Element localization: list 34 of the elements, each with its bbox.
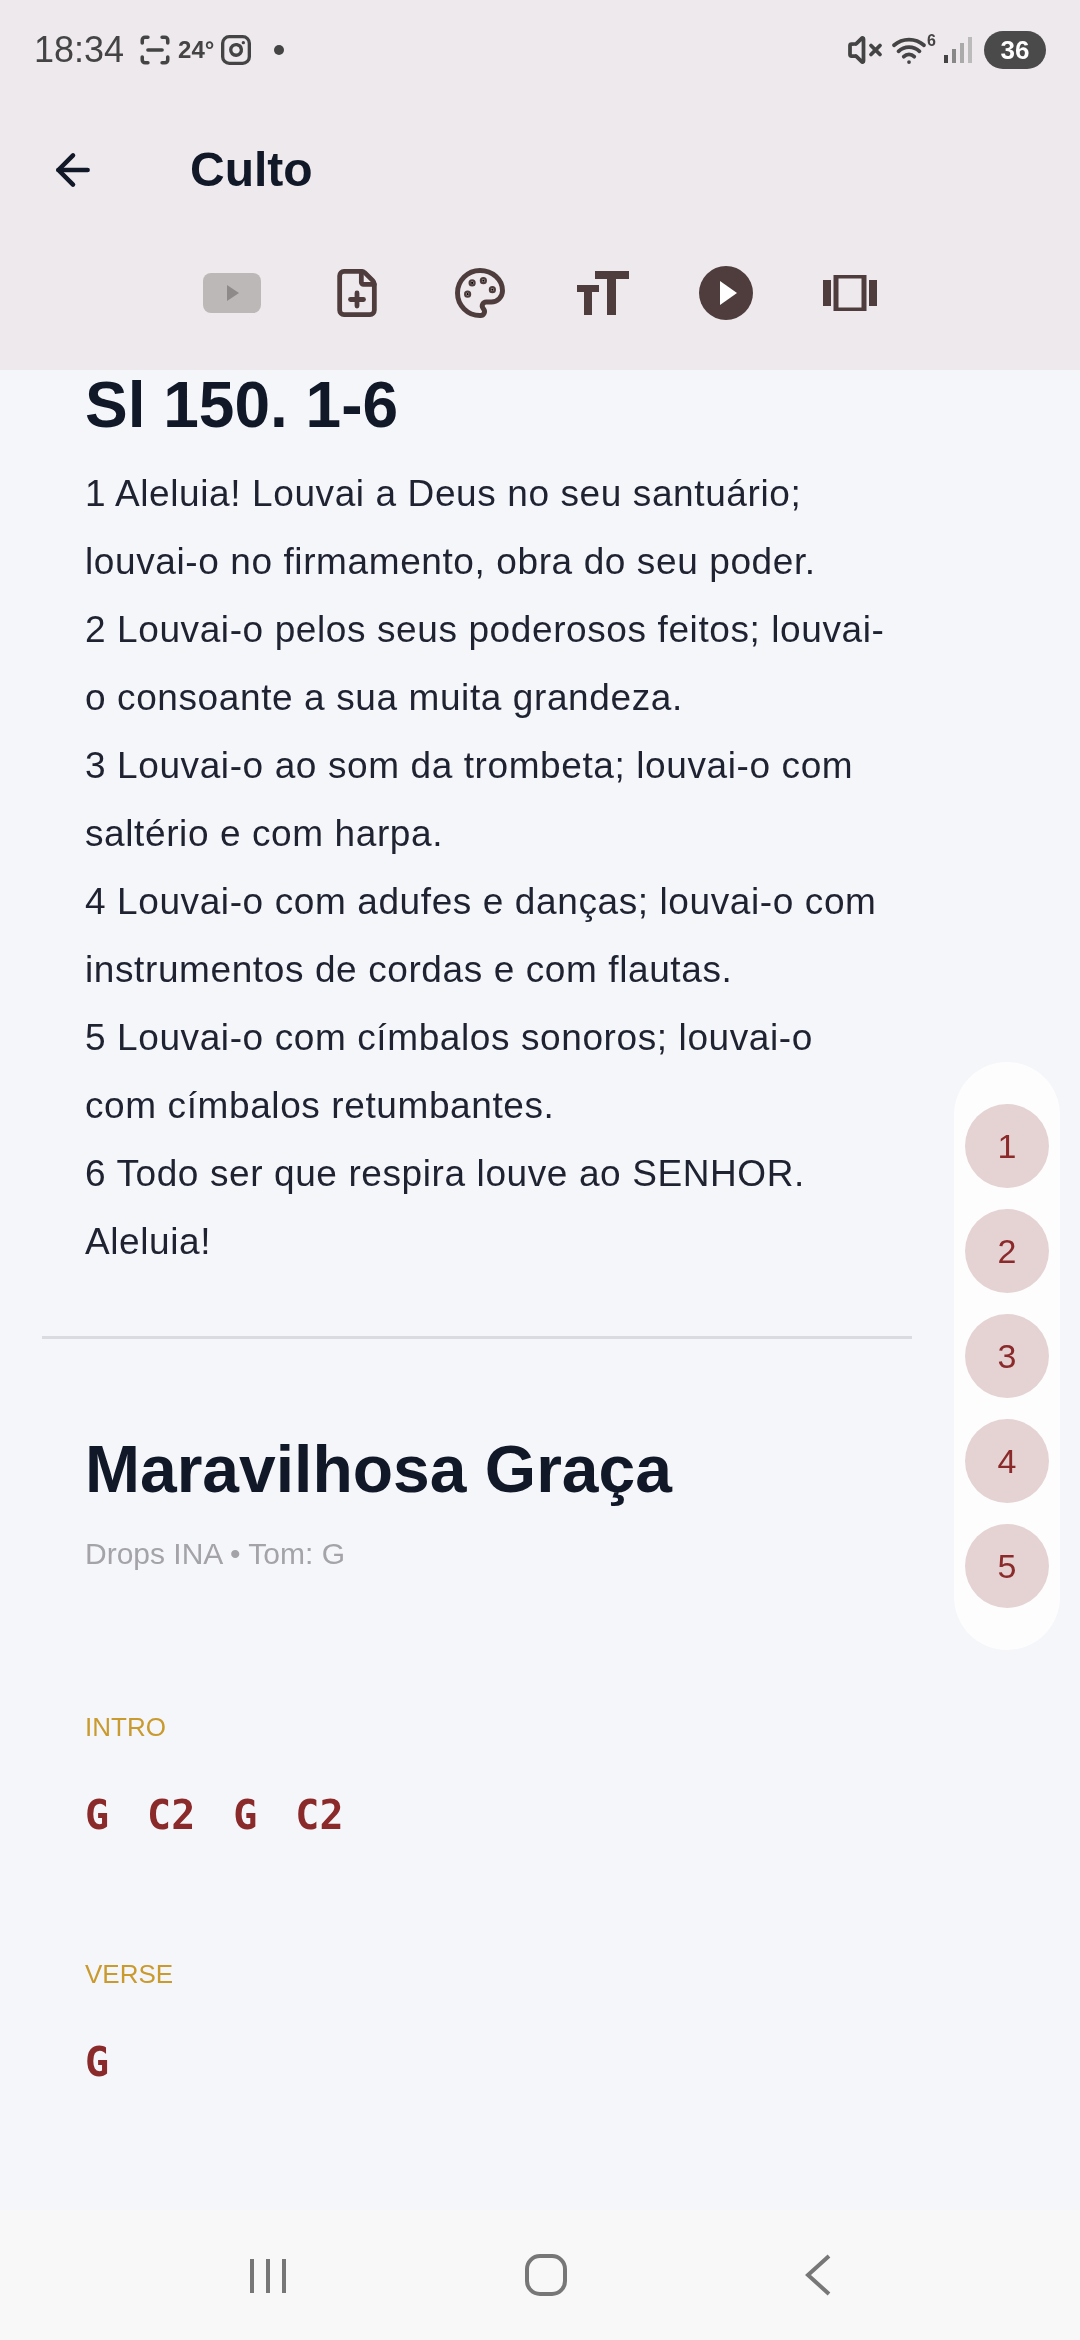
verse-jump-button[interactable]: 2 xyxy=(965,1209,1049,1293)
reading-heading: Sl 150. 1-6 xyxy=(85,370,400,440)
section-label: VERSE xyxy=(85,1958,175,1991)
play-icon[interactable] xyxy=(699,266,753,320)
chord: C2 xyxy=(295,1791,344,1840)
page-title: Culto xyxy=(190,142,313,198)
wifi-label: 6 xyxy=(927,31,936,51)
temperature: 24° xyxy=(178,35,215,65)
clock: 18:34 xyxy=(34,28,125,72)
carousel-icon[interactable] xyxy=(823,275,877,311)
verse-text: 6 Todo ser que respira louve ao SENHOR. Aleluia! xyxy=(85,1152,806,1264)
song-title: Maravilhosa Graça xyxy=(85,1431,674,1508)
text-size-icon[interactable] xyxy=(577,271,629,315)
verse-text: 4 Louvai-o com adufes e danças; louvai-o com instrumentos de cordas e com flautas. xyxy=(85,880,878,992)
verse-text: 3 Louvai-o ao som da trombeta; louvai-o com saltério e com harpa. xyxy=(85,744,855,856)
battery: 36 xyxy=(984,31,1046,69)
back-nav-button[interactable] xyxy=(804,2253,832,2297)
verse-text: 5 Louvai-o com címbalos sonoros; louvai-o com címbalos retumbantes. xyxy=(85,1016,814,1128)
home-button[interactable] xyxy=(524,2253,568,2297)
verse-jump-button[interactable]: 1 xyxy=(965,1104,1049,1188)
camera-icon xyxy=(220,34,253,66)
signal-icon xyxy=(942,35,972,65)
chord: G xyxy=(85,1791,110,1840)
verse-text: 1 Aleluia! Louvai a Deus no seu santuário; louvai-o no firmamento, obra do seu poder. xyxy=(85,472,817,584)
verse-jump-button[interactable]: 4 xyxy=(965,1419,1049,1503)
song-subtitle: Drops INA • Tom: G xyxy=(85,1536,347,1572)
verse-jump-button[interactable]: 5 xyxy=(965,1524,1049,1608)
chord: G xyxy=(85,2038,110,2087)
palette-icon[interactable] xyxy=(453,266,507,320)
verse-jump-button[interactable]: 3 xyxy=(965,1314,1049,1398)
chord: C2 xyxy=(147,1791,196,1840)
section-label: INTRO xyxy=(85,1711,167,1744)
chord: G xyxy=(233,1791,258,1840)
verse-text: 2 Louvai-o pelos seus poderosos feitos; louvai-o consoante a sua muita grandeza. xyxy=(85,608,885,720)
